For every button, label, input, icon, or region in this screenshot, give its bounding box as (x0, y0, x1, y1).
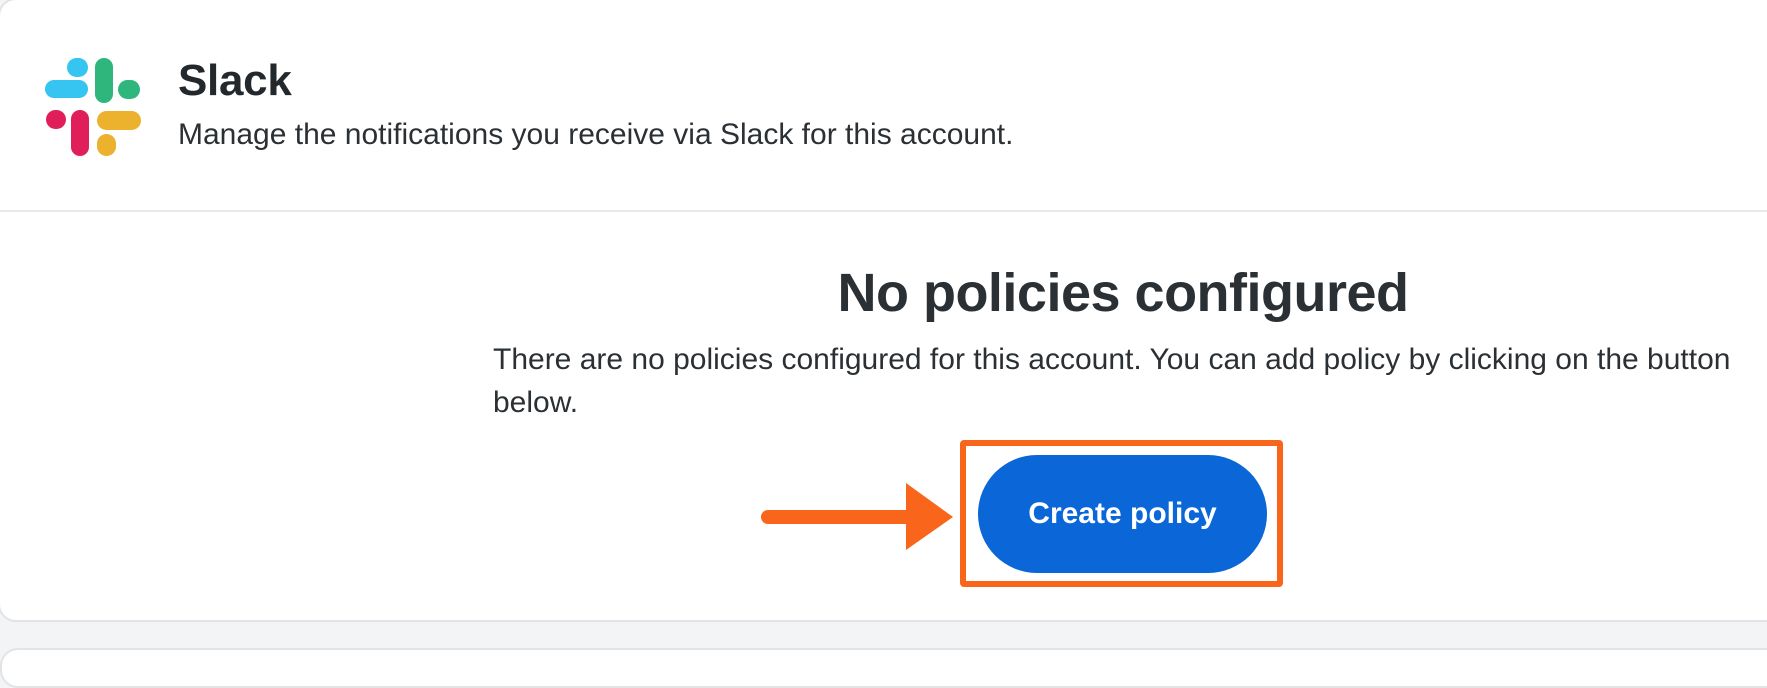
empty-state-title: No policies configured (837, 263, 1409, 323)
arrow-right-icon (761, 483, 953, 550)
slack-logo-icon (45, 58, 141, 156)
card-header: Slack Manage the notifications you recei… (0, 0, 1767, 212)
integration-title: Slack (178, 56, 292, 105)
empty-state-description: There are no policies configured for thi… (493, 343, 1731, 419)
create-policy-button[interactable]: Create policy (978, 455, 1267, 573)
integration-description: Manage the notifications you receive via… (178, 118, 1014, 151)
next-card (0, 648, 1767, 688)
